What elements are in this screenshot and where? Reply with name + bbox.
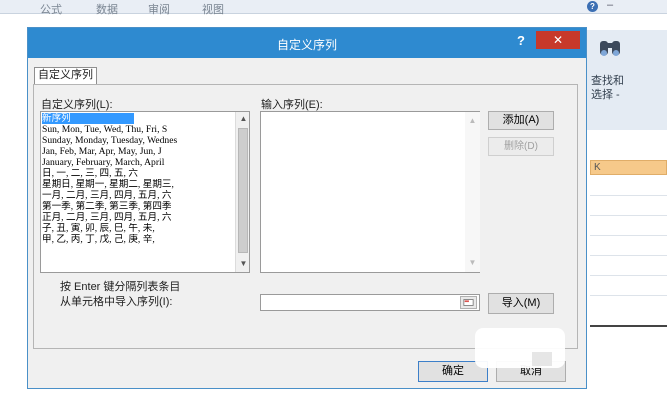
ribbon-tab-review[interactable]: 审阅 xyxy=(148,1,170,17)
custom-lists-listbox[interactable]: 新序列 Sun, Mon, Tue, Wed, Thu, Fri, S Sund… xyxy=(40,111,250,273)
ribbon-tab-view[interactable]: 视图 xyxy=(202,1,224,17)
list-item[interactable]: 甲, 乙, 丙, 丁, 戊, 己, 庚, 辛, xyxy=(42,234,234,245)
entries-scrollbar[interactable]: ▲ ▼ xyxy=(465,112,480,272)
custom-lists-label: 自定义序列(L): xyxy=(41,99,113,111)
list-item[interactable]: 一月, 二月, 三月, 四月, 五月, 六 xyxy=(42,190,234,201)
grid-line xyxy=(590,195,667,196)
column-header[interactable]: K xyxy=(590,160,667,175)
scroll-down-icon[interactable]: ▼ xyxy=(236,257,249,271)
delete-button[interactable]: 删除(D) xyxy=(488,137,554,156)
list-entries-textarea[interactable]: ▲ ▼ xyxy=(260,111,480,273)
list-item[interactable]: Sunday, Monday, Tuesday, Wednes xyxy=(42,135,234,146)
scroll-down-icon[interactable]: ▼ xyxy=(465,256,480,270)
help-icon[interactable]: ? xyxy=(587,1,598,12)
collapse-dialog-icon[interactable] xyxy=(460,296,477,309)
ribbon-tab-formulas[interactable]: 公式 xyxy=(40,1,62,17)
list-item-new[interactable]: 新序列 xyxy=(42,113,134,124)
list-item[interactable]: 星期日, 星期一, 星期二, 星期三, xyxy=(42,179,234,190)
grid-line xyxy=(590,255,667,256)
ribbon-tab-data[interactable]: 数据 xyxy=(96,1,118,17)
list-item[interactable]: January, February, March, April xyxy=(42,157,234,168)
import-range-input[interactable] xyxy=(260,294,480,311)
lists-scrollbar[interactable]: ▲ ▼ xyxy=(235,112,249,272)
dialog-help-icon[interactable]: ? xyxy=(517,33,525,48)
grid-line xyxy=(590,295,667,296)
scroll-up-icon[interactable]: ▲ xyxy=(465,114,480,128)
list-item[interactable]: 日, 一, 二, 三, 四, 五, 六 xyxy=(42,168,234,179)
grid-line xyxy=(590,275,667,276)
dialog-title: 自定义序列 xyxy=(276,38,337,52)
list-entries-label: 输入序列(E): xyxy=(261,99,323,111)
list-item[interactable]: 正月, 二月, 三月, 四月, 五月, 六 xyxy=(42,212,234,223)
list-item[interactable]: Sun, Mon, Tue, Wed, Thu, Fri, S xyxy=(42,124,234,135)
cell-border xyxy=(590,325,667,327)
add-button[interactable]: 添加(A) xyxy=(488,111,554,130)
tab-custom-lists[interactable]: 自定义序列 xyxy=(34,67,97,84)
dialog-titlebar[interactable]: 自定义序列 ? ✕ xyxy=(28,28,586,58)
select-label[interactable]: 选择 - xyxy=(591,86,620,102)
list-item[interactable]: 第一季, 第二季, 第三季, 第四季 xyxy=(42,201,234,212)
import-range-label: 从单元格中导入序列(I): xyxy=(60,296,173,308)
import-button[interactable]: 导入(M) xyxy=(488,293,554,314)
scroll-up-icon[interactable]: ▲ xyxy=(236,112,249,126)
scrollbar-thumb[interactable] xyxy=(238,128,248,253)
binoculars-icon xyxy=(600,41,620,56)
separator-hint: 按 Enter 键分隔列表条目 xyxy=(60,281,181,293)
grid-line xyxy=(590,215,667,216)
list-item[interactable]: 子, 丑, 寅, 卯, 辰, 巳, 午, 未, xyxy=(42,223,234,234)
blur-overlay xyxy=(532,352,552,366)
grid-line xyxy=(590,235,667,236)
close-button[interactable]: ✕ xyxy=(536,31,580,49)
excel-ribbon-tabs: 公式 数据 审阅 视图 ? – xyxy=(0,0,667,17)
minimize-icon[interactable]: – xyxy=(607,0,613,11)
list-item[interactable]: Jan, Feb, Mar, Apr, May, Jun, J xyxy=(42,146,234,157)
